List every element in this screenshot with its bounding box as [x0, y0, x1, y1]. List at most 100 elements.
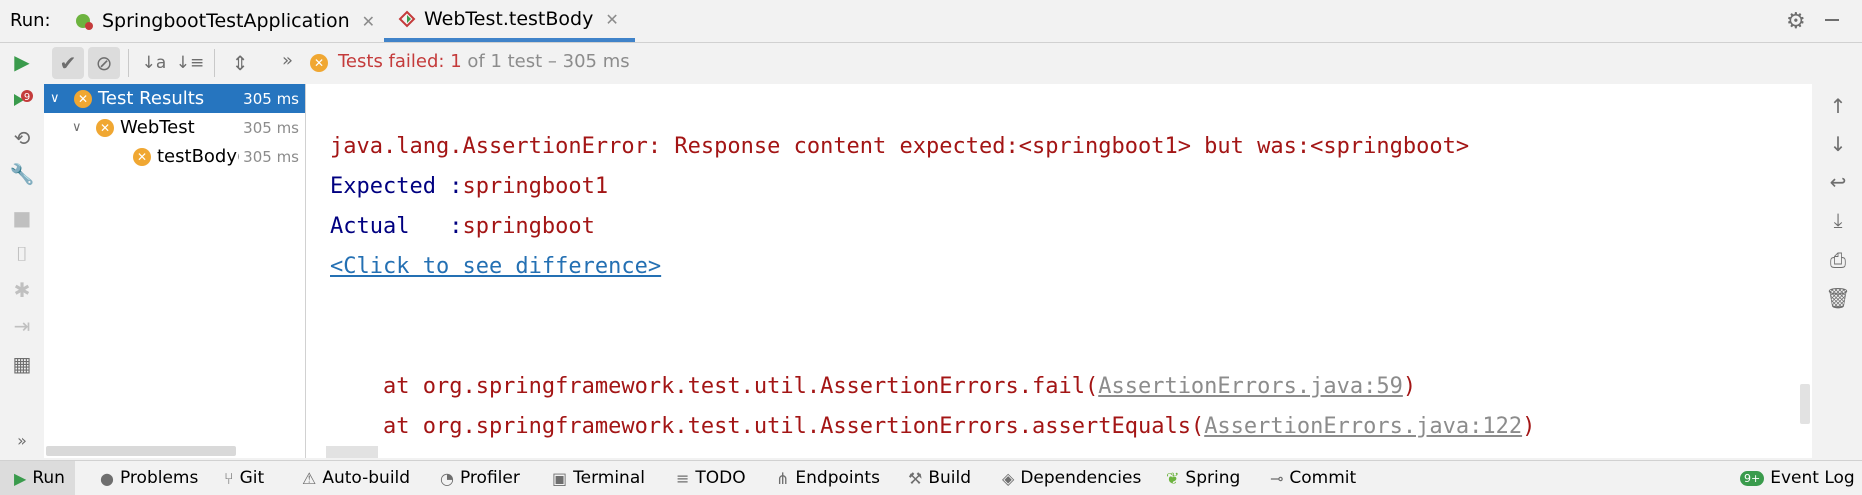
wrench-icon[interactable]: 🔧 — [10, 162, 35, 186]
expected-value: springboot1 — [462, 174, 609, 199]
chevron-down-icon[interactable]: ∨ — [50, 91, 64, 106]
gear-icon[interactable]: ⚙ — [1786, 9, 1806, 34]
tree-item-label: testBody( — [157, 146, 245, 167]
list-icon: ≡ — [676, 468, 690, 488]
stack-frame-text: at org.springframework.test.util.Asserti… — [330, 374, 1099, 399]
see-difference-link[interactable]: <Click to see difference> — [330, 254, 661, 279]
tool-label: Event Log — [1770, 468, 1855, 488]
tree-item-time: 305 ms — [239, 147, 299, 166]
endpoints-icon: ⋔ — [776, 468, 790, 488]
sort-alphabetically-button[interactable]: ↓a — [138, 47, 170, 79]
tool-terminal[interactable]: ▣ Terminal — [552, 461, 645, 495]
left-tool-strip: ▶ 9 ⟲ 🔧 ■ ⌷ ✱ ⇥ ▦ » — [0, 42, 44, 460]
test-toolbar: ✔ ⊘ ↓a ↓≡ ⇕ » ✕ Tests failed: 1 of 1 tes… — [44, 42, 1862, 84]
horizontal-scrollbar[interactable] — [326, 446, 378, 458]
tab-springboot-test-application[interactable]: SpringbootTestApplication ✕ — [74, 0, 375, 42]
tab-webtest-testbody[interactable]: WebTest.testBody ✕ — [384, 0, 635, 42]
tab-label: WebTest.testBody — [424, 8, 594, 30]
print-icon[interactable]: ⎙ — [1824, 246, 1852, 274]
run-tab-bar: Run: SpringbootTestApplication ✕ WebTest… — [0, 0, 1862, 43]
tool-profiler[interactable]: ◔ Profiler — [440, 461, 520, 495]
tool-run[interactable]: ▶ Run — [0, 461, 75, 495]
tool-git[interactable]: ⑂ Git — [224, 461, 264, 495]
tool-build[interactable]: ⚒ Build — [908, 461, 971, 495]
more-icon[interactable]: » — [10, 428, 34, 452]
test-status-text: Tests failed: 1 of 1 test – 305 ms — [338, 51, 630, 72]
exit-icon[interactable]: ⇥ — [10, 314, 34, 338]
git-branch-icon: ⑂ — [224, 468, 234, 488]
tree-item-time: 305 ms — [243, 89, 299, 108]
tab-label: SpringbootTestApplication — [102, 10, 350, 32]
status-failed-count: Tests failed: 1 — [338, 51, 462, 72]
arrow-up-icon[interactable]: ↑ — [1824, 92, 1852, 120]
horizontal-scrollbar[interactable] — [46, 446, 236, 456]
toggle-auto-test-icon[interactable]: ⟲ — [10, 126, 34, 150]
tool-problems[interactable]: ● Problems — [100, 461, 198, 495]
tool-label: Auto-build — [322, 468, 411, 488]
chevron-down-icon[interactable]: ∨ — [72, 120, 86, 135]
tool-label: Build — [928, 468, 972, 488]
close-icon[interactable]: ✕ — [605, 10, 618, 29]
spring-leaf-icon: ❦ — [1166, 468, 1180, 488]
tool-label: Dependencies — [1020, 468, 1142, 488]
arrow-down-icon[interactable]: ↓ — [1824, 130, 1852, 158]
svg-text:9: 9 — [24, 92, 30, 103]
fail-icon: ✕ — [133, 147, 151, 166]
scroll-to-end-icon[interactable]: ⤓ — [1824, 206, 1852, 234]
rerun-failed-icon[interactable]: 9 — [10, 88, 34, 112]
expand-all-button[interactable]: ⇕ — [224, 47, 256, 79]
tool-window-bar: ▶ Run ● Problems ⑂ Git ⚠ Auto-build ◔ Profile… — [0, 460, 1862, 495]
tool-endpoints[interactable]: ⋔ Endpoints — [776, 461, 880, 495]
stack-frame-link[interactable]: AssertionErrors.java:122 — [1204, 414, 1522, 439]
rerun-icon[interactable]: ▶ — [10, 50, 34, 74]
stop-icon[interactable]: ■ — [10, 206, 34, 230]
minimize-icon[interactable] — [1822, 10, 1842, 30]
fail-icon: ✕ — [74, 89, 92, 108]
tool-dependencies[interactable]: ◈ Dependencies — [1002, 461, 1141, 495]
tree-item-testbody[interactable]: ✕ testBody( 305 ms — [44, 142, 305, 171]
debug-bug-icon[interactable]: ✱ — [10, 278, 34, 302]
tool-label: Run — [32, 468, 65, 488]
actual-line: Actual :springboot — [330, 214, 595, 239]
stack-trace-line: at org.springframework.test.util.Asserti… — [330, 374, 1416, 399]
tool-event-log[interactable]: 9+ Event Log — [1740, 461, 1855, 495]
console-output: java.lang.AssertionError: Response conte… — [306, 84, 1812, 458]
tool-auto-build[interactable]: ⚠ Auto-build — [302, 461, 410, 495]
toolbar-separator — [128, 49, 129, 77]
trash-icon[interactable]: 🗑 — [1824, 284, 1852, 312]
run-icon: ▶ — [14, 468, 27, 488]
tool-spring[interactable]: ❦ Spring — [1166, 461, 1240, 495]
show-passed-button[interactable]: ✔ — [52, 47, 84, 79]
commit-icon: ⊸ — [1270, 468, 1284, 488]
tree-item-label: WebTest — [120, 117, 195, 138]
warning-icon: ⚠ — [302, 468, 317, 488]
sort-by-duration-button[interactable]: ↓≡ — [174, 47, 206, 79]
dependencies-icon: ◈ — [1002, 468, 1015, 488]
close-icon[interactable]: ✕ — [362, 12, 375, 31]
status-summary: of 1 test – 305 ms — [461, 51, 630, 72]
event-log-badge: 9+ — [1740, 470, 1765, 486]
more-actions-icon[interactable]: » — [282, 50, 293, 71]
actual-label: Actual : — [330, 214, 463, 239]
run-label: Run: — [10, 10, 51, 31]
tool-label: Commit — [1289, 468, 1357, 488]
show-ignored-button[interactable]: ⊘ — [88, 47, 120, 79]
vertical-scrollbar[interactable] — [1800, 384, 1810, 424]
tool-todo[interactable]: ≡ TODO — [676, 461, 746, 495]
tool-label: Endpoints — [795, 468, 880, 488]
camera-icon[interactable]: ⌷ — [10, 242, 34, 266]
tree-item-test-results[interactable]: ∨ ✕ Test Results 305 ms — [44, 84, 305, 113]
layout-icon[interactable]: ▦ — [10, 352, 34, 376]
tree-item-webtest[interactable]: ∨ ✕ WebTest 305 ms — [44, 113, 305, 142]
stack-frame-text: ) — [1522, 414, 1536, 439]
stack-frame-link[interactable]: AssertionErrors.java:59 — [1098, 374, 1403, 399]
actual-value: springboot — [462, 214, 595, 239]
profiler-icon: ◔ — [440, 468, 454, 488]
tool-label: Profiler — [459, 468, 520, 488]
stack-frame-text: at org.springframework.test.util.Asserti… — [330, 414, 1205, 439]
soft-wrap-icon[interactable]: ↩ — [1824, 168, 1852, 196]
tool-commit[interactable]: ⊸ Commit — [1270, 461, 1356, 495]
test-results-tree: ∨ ✕ Test Results 305 ms ∨ ✕ WebTest 305 … — [44, 84, 306, 458]
tool-label: Problems — [119, 468, 199, 488]
toolbar-separator — [214, 49, 215, 77]
